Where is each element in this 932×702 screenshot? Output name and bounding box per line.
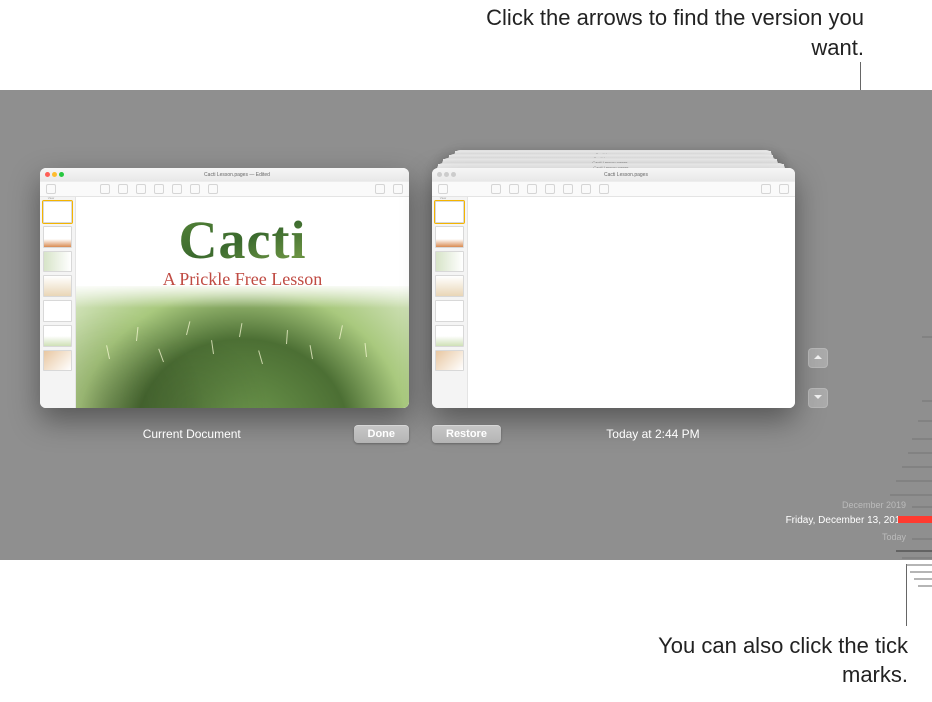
versions-browser-stage: Cacti Lesson.pages Cacti Lesson.pages Ca… xyxy=(0,90,932,560)
close-icon[interactable] xyxy=(45,172,50,177)
window-titlebar: Cacti Lesson.pages xyxy=(432,168,795,181)
pages-toolbar xyxy=(40,181,409,197)
toolbar-table-button[interactable] xyxy=(509,184,519,194)
minimize-icon[interactable] xyxy=(52,172,57,177)
toolbar-comment-button[interactable] xyxy=(208,184,218,194)
page-thumbnail[interactable] xyxy=(43,300,72,322)
chevron-down-icon xyxy=(813,389,823,407)
window-title: Cacti Lesson.pages xyxy=(462,172,790,178)
page-thumbnails-sidebar[interactable] xyxy=(40,197,76,408)
timeline-tick[interactable] xyxy=(896,480,932,482)
toolbar-text-button[interactable] xyxy=(154,184,164,194)
restore-button[interactable]: Restore xyxy=(432,425,501,443)
page-thumbnail[interactable] xyxy=(43,201,72,223)
toolbar-shape-button[interactable] xyxy=(172,184,182,194)
toolbar-chart-button[interactable] xyxy=(136,184,146,194)
page-thumbnail[interactable] xyxy=(435,300,464,322)
zoom-icon xyxy=(451,172,456,177)
timeline-tick[interactable] xyxy=(912,438,932,440)
current-document-label: Current Document xyxy=(40,427,344,441)
page-thumbnails-sidebar[interactable] xyxy=(432,197,468,408)
timeline-tick[interactable] xyxy=(922,400,932,402)
timeline-today-label: Today xyxy=(882,532,906,542)
page-thumbnail[interactable] xyxy=(435,201,464,223)
page-thumbnail[interactable] xyxy=(43,226,72,248)
timeline-tick[interactable] xyxy=(918,420,932,422)
timeline-tick[interactable] xyxy=(918,585,932,587)
toolbar-chart-button[interactable] xyxy=(527,184,537,194)
toolbar-view-button[interactable] xyxy=(438,184,448,194)
document-hero-image xyxy=(76,286,409,408)
versions-timeline: December 2019 Friday, December 13, 2019 … xyxy=(884,90,932,560)
window-title: Cacti Lesson.pages — Edited xyxy=(70,172,404,178)
timeline-tick[interactable] xyxy=(912,538,932,540)
timeline-tick[interactable] xyxy=(912,506,932,508)
page-thumbnail[interactable] xyxy=(43,350,72,372)
callout-arrows: Click the arrows to find the version you… xyxy=(444,3,864,62)
document-canvas[interactable] xyxy=(468,197,795,408)
browsed-version-window: Cacti Lesson.pages xyxy=(432,168,795,408)
toolbar-table-button[interactable] xyxy=(118,184,128,194)
zoom-icon[interactable] xyxy=(59,172,64,177)
toolbar-shape-button[interactable] xyxy=(563,184,573,194)
chevron-up-icon xyxy=(813,349,823,367)
timeline-tick[interactable] xyxy=(896,550,932,552)
toolbar-media-button[interactable] xyxy=(581,184,591,194)
toolbar-document-button[interactable] xyxy=(393,184,403,194)
timeline-tick[interactable] xyxy=(902,466,932,468)
toolbar-format-button[interactable] xyxy=(761,184,771,194)
document-canvas[interactable]: Cacti A Prickle Free Lesson xyxy=(76,197,409,408)
timeline-tick[interactable] xyxy=(914,578,932,580)
page-thumbnail[interactable] xyxy=(43,325,72,347)
timeline-tick[interactable] xyxy=(910,571,932,573)
version-timestamp-label: Today at 2:44 PM xyxy=(511,427,795,441)
toolbar-format-button[interactable] xyxy=(375,184,385,194)
window-titlebar: Cacti Lesson.pages — Edited xyxy=(40,168,409,181)
page-thumbnail[interactable] xyxy=(435,226,464,248)
done-button[interactable]: Done xyxy=(354,425,410,443)
current-document-window: Cacti Lesson.pages — Edited xyxy=(40,168,409,408)
timeline-selected-label: Friday, December 13, 2019 xyxy=(786,515,906,526)
traffic-lights xyxy=(437,172,456,177)
timeline-tick-selected[interactable] xyxy=(898,516,932,523)
page-thumbnail[interactable] xyxy=(435,251,464,273)
callout-leader-line xyxy=(906,564,907,626)
pages-toolbar xyxy=(432,181,795,197)
timeline-tick[interactable] xyxy=(890,494,932,496)
toolbar-document-button[interactable] xyxy=(779,184,789,194)
page-thumbnail[interactable] xyxy=(43,251,72,273)
toolbar-view-button[interactable] xyxy=(46,184,56,194)
timeline-tick[interactable] xyxy=(922,336,932,338)
toolbar-insert-button[interactable] xyxy=(491,184,501,194)
next-version-button[interactable] xyxy=(808,388,828,408)
previous-version-button[interactable] xyxy=(808,348,828,368)
minimize-icon xyxy=(444,172,449,177)
toolbar-media-button[interactable] xyxy=(190,184,200,194)
page-thumbnail[interactable] xyxy=(435,325,464,347)
toolbar-text-button[interactable] xyxy=(545,184,555,194)
timeline-tick[interactable] xyxy=(902,557,932,559)
page-thumbnail[interactable] xyxy=(435,350,464,372)
page-thumbnail[interactable] xyxy=(435,275,464,297)
timeline-tick[interactable] xyxy=(908,452,932,454)
callout-ticks: You can also click the tick marks. xyxy=(648,631,908,690)
timeline-tick[interactable] xyxy=(906,564,932,566)
close-icon xyxy=(437,172,442,177)
toolbar-comment-button[interactable] xyxy=(599,184,609,194)
document-headline: Cacti xyxy=(76,209,409,271)
page-thumbnail[interactable] xyxy=(43,275,72,297)
traffic-lights xyxy=(45,172,64,177)
toolbar-insert-button[interactable] xyxy=(100,184,110,194)
timeline-month-label: December 2019 xyxy=(842,500,906,510)
